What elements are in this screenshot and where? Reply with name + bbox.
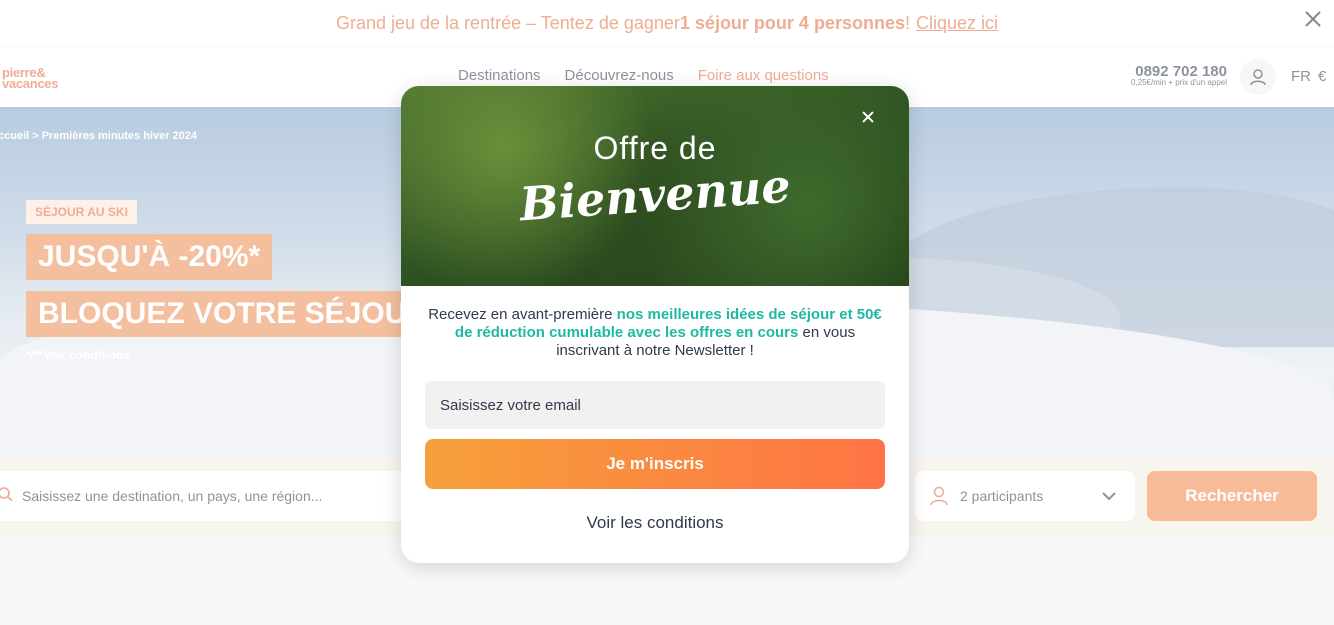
close-icon[interactable] bbox=[861, 110, 875, 124]
newsletter-modal: Offre de Bienvenue Recevez en avant-prem… bbox=[401, 86, 909, 563]
subscribe-button[interactable]: Je m'inscris bbox=[425, 439, 885, 489]
modal-text-prefix: Recevez en avant-première bbox=[428, 306, 617, 323]
email-field[interactable] bbox=[425, 381, 885, 429]
conditions-link[interactable]: Voir les conditions bbox=[401, 513, 909, 533]
modal-description: Recevez en avant-première nos meilleures… bbox=[425, 306, 885, 360]
